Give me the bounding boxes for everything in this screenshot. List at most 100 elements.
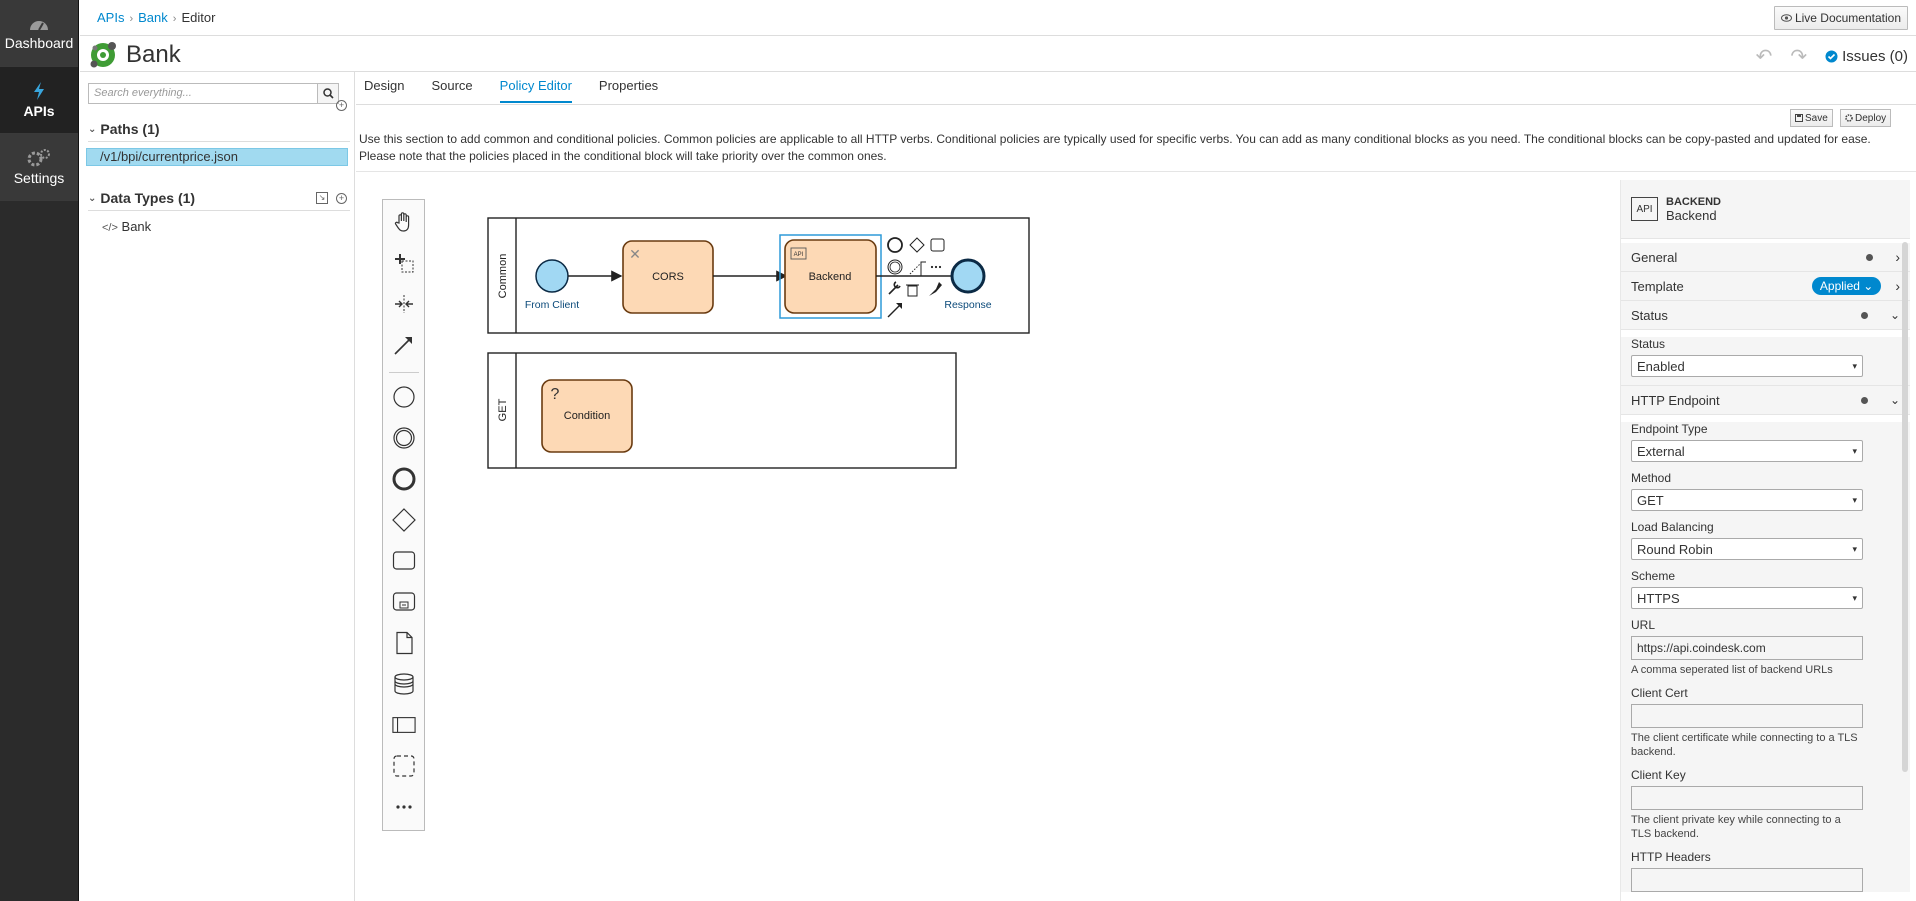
api-badge-icon: API	[1631, 197, 1658, 221]
hand-tool-icon[interactable]	[392, 210, 416, 234]
pool-icon[interactable]	[392, 713, 416, 737]
endpoint-type-label: Endpoint Type	[1631, 422, 1708, 436]
condition-node[interactable]: ? Condition	[541, 379, 633, 453]
status-dot	[1860, 311, 1868, 319]
import-icon[interactable]: ↘	[316, 192, 328, 204]
policy-diagram: Common GET From Client ✕ CORS API Backen…	[487, 217, 1030, 469]
deploy-label: Deploy	[1855, 112, 1887, 124]
datatype-label: Bank	[121, 219, 152, 234]
section-general[interactable]: General ›	[1621, 243, 1910, 272]
subprocess-icon[interactable]	[392, 590, 416, 614]
client-key-input[interactable]	[1631, 786, 1863, 810]
load-balancing-label: Load Balancing	[1631, 520, 1714, 534]
from-client-event[interactable]: From Client	[525, 259, 579, 311]
datatype-item[interactable]: </> Bank	[102, 219, 151, 234]
status-select[interactable]: Enabled ▾	[1631, 355, 1863, 377]
nav-dashboard[interactable]: Dashboard	[0, 0, 78, 67]
path-item[interactable]: /v1/bpi/currentprice.json	[86, 148, 348, 166]
data-store-icon[interactable]	[392, 672, 416, 696]
http-headers-input[interactable]	[1631, 868, 1863, 892]
add-datatype-icon[interactable]: +	[336, 193, 347, 204]
undo-icon[interactable]: ↶	[1756, 44, 1773, 69]
add-path-icon[interactable]: +	[336, 100, 347, 111]
backend-label: Backend	[809, 271, 852, 283]
cors-node[interactable]: ✕ CORS	[622, 240, 714, 314]
left-nav: Dashboard APIs Settings	[0, 0, 79, 901]
section-http-endpoint[interactable]: HTTP Endpoint ⌄	[1621, 386, 1910, 415]
method-select[interactable]: GET ▾	[1631, 489, 1863, 511]
url-input[interactable]: https://api.coindesk.com	[1631, 636, 1863, 660]
breadcrumb: APIs › Bank › Editor	[97, 10, 216, 25]
select-caret-icon: ▾	[1852, 445, 1857, 456]
description-divider	[356, 171, 1916, 172]
datatypes-header[interactable]: ⌄ Data Types (1)	[88, 190, 195, 206]
datatypes-divider	[88, 210, 350, 211]
client-key-help: The client private key while connecting …	[1631, 814, 1841, 840]
policy-description: Use this section to add common and condi…	[359, 132, 1871, 163]
header-actions: ↶ ↷ Issues (0)	[1756, 44, 1908, 69]
response-label: Response	[944, 299, 991, 311]
breadcrumb-editor: Editor	[181, 10, 216, 25]
chevron-down-icon: ⌄	[1889, 393, 1900, 407]
tab-source[interactable]: Source	[431, 72, 472, 103]
lasso-tool-icon[interactable]	[392, 292, 416, 316]
condition-label: Condition	[564, 410, 610, 422]
select-caret-icon: ▾	[1852, 360, 1857, 371]
chevron-down-icon: ⌄	[1889, 308, 1900, 322]
template-applied-badge[interactable]: Applied ⌄	[1811, 277, 1882, 295]
backend-node[interactable]: API Backend	[779, 234, 882, 319]
breadcrumb-bank[interactable]: Bank	[138, 10, 168, 25]
space-tool-icon[interactable]	[392, 251, 416, 275]
tab-design[interactable]: Design	[364, 72, 404, 103]
response-event[interactable]: Response	[944, 258, 992, 311]
section-status[interactable]: Status ⌄	[1621, 301, 1910, 330]
tab-policy-editor[interactable]: Policy Editor	[499, 72, 572, 103]
nav-settings[interactable]: Settings	[0, 134, 78, 201]
element-type: BACKEND	[1666, 195, 1721, 208]
save-button[interactable]: Save	[1790, 109, 1833, 127]
breadcrumb-apis[interactable]: APIs	[97, 10, 124, 25]
start-event-icon[interactable]	[392, 385, 416, 409]
tabs-divider	[356, 104, 1916, 105]
nav-apis-label: APIs	[23, 102, 55, 119]
check-circle-icon	[1825, 50, 1838, 63]
search-input[interactable]: Search everything...	[88, 83, 318, 104]
load-balancing-select[interactable]: Round Robin ▾	[1631, 538, 1863, 560]
properties-panel: API BACKEND Backend General › Template A…	[1620, 180, 1910, 901]
nav-apis[interactable]: APIs	[0, 67, 78, 134]
live-documentation-button[interactable]: Live Documentation	[1773, 6, 1908, 30]
select-caret-icon: ▾	[1852, 592, 1857, 603]
page-title: Bank	[126, 41, 181, 68]
status-field-label: Status	[1631, 337, 1666, 351]
from-client-label: From Client	[525, 299, 579, 311]
status-dot	[1866, 253, 1874, 261]
data-object-icon[interactable]	[392, 631, 416, 655]
chevron-down-icon: ⌄	[88, 192, 97, 204]
intermediate-event-icon[interactable]	[392, 426, 416, 450]
context-pad[interactable]	[887, 237, 945, 318]
scheme-select[interactable]: HTTPS ▾	[1631, 587, 1863, 609]
end-event-icon[interactable]	[392, 467, 416, 491]
gateway-icon[interactable]	[392, 508, 416, 532]
cors-close-icon: ✕	[629, 246, 641, 262]
redo-icon[interactable]: ↷	[1790, 44, 1807, 69]
question-icon: ?	[551, 386, 560, 403]
datatypes-title: Data Types (1)	[100, 190, 196, 206]
client-cert-label: Client Cert	[1631, 686, 1688, 700]
tab-properties[interactable]: Properties	[599, 72, 658, 103]
properties-scrollbar[interactable]	[1902, 242, 1908, 772]
group-icon[interactable]	[392, 754, 416, 778]
section-template[interactable]: Template Applied ⌄ ›	[1621, 272, 1910, 301]
task-icon[interactable]	[392, 549, 416, 573]
deploy-button[interactable]: Deploy	[1840, 109, 1892, 127]
client-cert-input[interactable]	[1631, 704, 1863, 728]
more-icon[interactable]	[392, 795, 416, 819]
bolt-icon	[34, 81, 44, 100]
connect-tool-icon[interactable]	[392, 333, 416, 357]
endpoint-type-select[interactable]: External ▾	[1631, 440, 1863, 462]
search-button[interactable]	[317, 83, 339, 104]
issues-button[interactable]: Issues (0)	[1825, 48, 1908, 65]
api-title: Bank	[88, 40, 181, 70]
paths-header[interactable]: ⌄ Paths (1)	[88, 121, 160, 137]
element-name: Backend	[1666, 207, 1717, 223]
